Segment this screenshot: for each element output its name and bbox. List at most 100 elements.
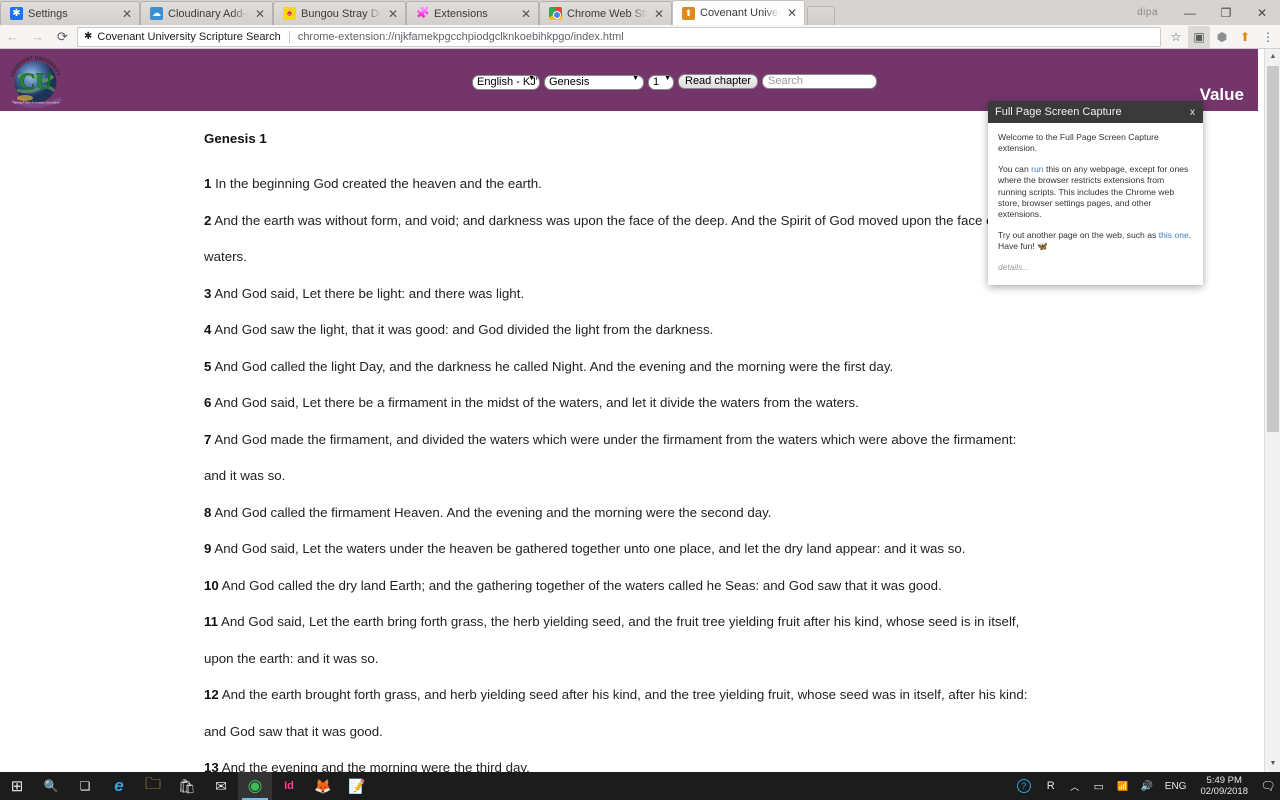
browser-tab-cloudinary[interactable]: Cloudinary Add-ons - Po ✕	[140, 1, 273, 25]
taskbar-search-icon[interactable]: 🔍	[34, 772, 68, 800]
taskbar-start-button[interactable]: ⊞	[0, 772, 34, 800]
chrome-icon	[549, 7, 562, 20]
address-bar[interactable]: ✱ Covenant University Scripture Search c…	[77, 26, 1161, 47]
chrome-menu-icon[interactable]: ⋮	[1257, 26, 1279, 48]
details-link[interactable]: details...	[998, 262, 1194, 273]
bookmark-star-icon[interactable]: ☆	[1165, 26, 1187, 48]
taskbar-task-view-icon[interactable]: ❏	[68, 772, 102, 800]
tab-close-icon[interactable]: ✕	[254, 8, 266, 20]
window-minimize-button[interactable]: ―	[1172, 0, 1208, 25]
bible-chapter-select[interactable]: 1	[648, 75, 674, 90]
tab-close-icon[interactable]: ✕	[786, 7, 798, 19]
tab-close-icon[interactable]: ✕	[653, 8, 665, 20]
taskbar-firefox-icon[interactable]: 🦊	[306, 772, 340, 800]
taskbar-microsoft-store-icon[interactable]: 🛍	[170, 772, 204, 800]
svg-text:CU: CU	[19, 69, 53, 94]
clock-date: 02/09/2018	[1200, 786, 1248, 797]
system-tray: ? R ︿ ▭ 📶 🔊 ENG 5:49 PM 02/09/2018 🗨	[1016, 772, 1280, 800]
new-tab-button[interactable]	[807, 6, 835, 25]
scroll-up-arrow-icon[interactable]: ▲	[1265, 49, 1280, 65]
browser-toolbar: ← → ⟳ ✱ Covenant University Scripture Se…	[0, 25, 1280, 49]
language-indicator[interactable]: ENG	[1159, 781, 1193, 792]
verse-text: And God said, Let there be a firmament i…	[214, 395, 859, 410]
tab-title: Cloudinary Add-ons - Po	[168, 7, 248, 20]
verse-number: 2	[204, 212, 212, 228]
people-icon[interactable]: R	[1039, 772, 1063, 800]
verse-text: And God said, Let the waters under the h…	[214, 541, 966, 556]
usage-text-before: You can	[998, 163, 1032, 174]
upload-icon	[682, 6, 695, 20]
verse-number: 10	[204, 577, 219, 593]
action-center-icon[interactable]: 🗨	[1256, 779, 1280, 793]
back-button[interactable]: ←	[0, 26, 25, 48]
help-icon[interactable]: ?	[1016, 779, 1031, 793]
reload-button[interactable]: ⟳	[50, 26, 75, 48]
popup-paragraph-welcome: Welcome to the Full Page Screen Capture …	[998, 132, 1159, 154]
popup-paragraph-usage: You can run this on any webpage, except …	[998, 164, 1194, 221]
browser-tab-strip: Settings ✕ Cloudinary Add-ons - Po ✕ Bun…	[0, 0, 1280, 25]
chevron-up-icon[interactable]: ︿	[1063, 772, 1087, 800]
tab-close-icon[interactable]: ✕	[520, 8, 532, 20]
battery-icon[interactable]: ▭	[1087, 772, 1111, 800]
verse-text: And the evening and the morning were the…	[221, 760, 530, 772]
bible-version-select[interactable]: English - KJV	[472, 75, 540, 90]
verse-text: And the earth was without form, and void…	[204, 212, 1020, 265]
run-link[interactable]: run	[1031, 164, 1043, 174]
browser-tab-chrome-web-store[interactable]: Chrome Web Store - Exte ✕	[539, 1, 672, 25]
tab-title: Settings	[28, 7, 68, 20]
taskbar-chrome-icon[interactable]: ◉	[238, 772, 272, 800]
browser-tab-covenant-university[interactable]: Covenant University Scrip ✕	[672, 0, 805, 25]
verse-number: 3	[204, 285, 212, 301]
window-close-button[interactable]: ✕	[1244, 0, 1280, 25]
close-icon[interactable]: x	[1190, 107, 1195, 118]
taskbar-notepad-app-icon[interactable]: 📝	[340, 772, 374, 800]
scripture-controls: English - KJV ▼ Genesis ▼ 1 ▼ Read chapt…	[472, 72, 878, 90]
verse-number: 11	[204, 614, 219, 629]
browser-tab-extensions[interactable]: Extensions ✕	[406, 1, 539, 25]
tab-close-icon[interactable]: ✕	[387, 8, 399, 20]
browser-tab-bungou-stray-dogs[interactable]: Bungou Stray Dogs: Dea ✕	[273, 1, 406, 25]
popup-header: Full Page Screen Capture x	[988, 101, 1203, 123]
taskbar-indesign-icon[interactable]: Id	[272, 772, 306, 800]
omnibox-divider	[288, 30, 290, 43]
verse-text: And God called the firmament Heaven. And…	[214, 504, 772, 520]
clock-time: 5:49 PM	[1206, 775, 1242, 786]
taskbar-edge-icon[interactable]: e	[102, 772, 136, 800]
popup-paragraph-tryout: Try out another page on the web, such as…	[998, 230, 1194, 253]
scroll-down-arrow-icon[interactable]: ▼	[1265, 756, 1280, 772]
value-label: Value	[1199, 85, 1244, 104]
read-chapter-button[interactable]: Read chapter	[678, 73, 759, 89]
window-maximize-button[interactable]: ❐	[1208, 0, 1244, 25]
tab-title: Bungou Stray Dogs: Dea	[301, 7, 381, 20]
browser-tab-settings[interactable]: Settings ✕	[0, 1, 140, 25]
verse-text: And God made the firmament, and divided …	[204, 431, 1017, 484]
svg-text:Raising A New Generation Of Le: Raising A New Generation Of Leaders	[13, 101, 60, 105]
scrollbar-thumb[interactable]	[1267, 66, 1279, 432]
site-name-label: Covenant University Scripture Search	[97, 30, 281, 43]
search-input[interactable]	[762, 73, 878, 89]
verse-row: 13 And the evening and the morning were …	[204, 750, 1040, 772]
verse-row: 2 And the earth was without form, and vo…	[204, 203, 1040, 276]
extension-icon[interactable]: ⬢	[1211, 26, 1233, 48]
verse-row: 12 And the earth brought forth grass, an…	[204, 677, 1040, 750]
popup-title: Full Page Screen Capture	[995, 106, 1122, 118]
page-viewport: CU COVENANT UNIVERSITY Raising A New Gen…	[0, 49, 1280, 772]
profile-name-label[interactable]: dipa	[1137, 7, 1158, 18]
upload-extension-icon[interactable]: ⬆	[1234, 26, 1256, 48]
bible-book-select[interactable]: Genesis	[544, 75, 644, 90]
verse-row: 1 In the beginning God created the heave…	[204, 166, 1040, 203]
volume-icon[interactable]: 🔊	[1135, 772, 1159, 800]
verse-number: 13	[204, 760, 219, 772]
taskbar-mail-icon[interactable]: ✉	[204, 772, 238, 800]
popup-body: Welcome to the Full Page Screen Capture …	[988, 123, 1203, 273]
clock[interactable]: 5:49 PM 02/09/2018	[1192, 775, 1256, 797]
tab-close-icon[interactable]: ✕	[121, 8, 133, 20]
taskbar-file-explorer-icon[interactable]: 🗀	[136, 772, 170, 800]
verse-number: 1	[204, 176, 212, 191]
screen-capture-extension-icon[interactable]: ▣	[1188, 25, 1210, 48]
wifi-icon[interactable]: 📶	[1111, 772, 1135, 800]
verse-text: And God saw the light, that it was good:…	[214, 322, 714, 337]
forward-button[interactable]: →	[25, 26, 50, 48]
page-scrollbar[interactable]: ▲ ▼	[1264, 49, 1280, 772]
this-one-link[interactable]: this one	[1159, 230, 1189, 240]
